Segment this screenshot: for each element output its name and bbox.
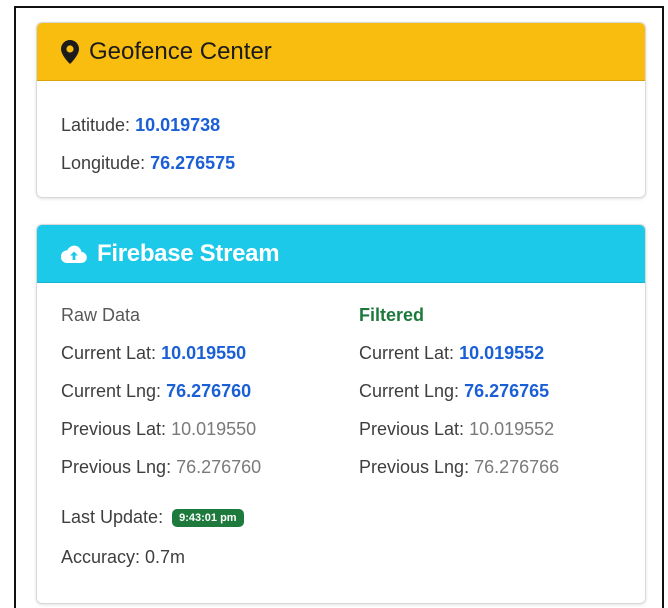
map-marker-icon <box>61 39 79 64</box>
last-update-label: Last Update: <box>61 507 164 527</box>
latitude-row: Latitude: 10.019738 <box>61 115 220 136</box>
filtered-previous-lat-label: Previous Lat: <box>359 419 465 439</box>
raw-current-lng-label: Current Lng: <box>61 381 162 401</box>
geofence-card-title: Geofence Center <box>89 37 272 65</box>
filtered-current-lng-label: Current Lng: <box>359 381 460 401</box>
raw-previous-lng-label: Previous Lng: <box>61 457 172 477</box>
raw-current-lng-value: 76.276760 <box>166 381 252 401</box>
panel-frame: Geofence Center Latitude: 10.019738 Long… <box>14 6 664 608</box>
firebase-stream-card: Firebase Stream Raw Data Current Lat: 10… <box>36 224 646 604</box>
firebase-card-header: Firebase Stream <box>37 225 645 283</box>
longitude-row: Longitude: 76.276575 <box>61 153 235 174</box>
raw-current-lat-label: Current Lat: <box>61 343 157 363</box>
cloud-upload-icon <box>61 244 87 264</box>
geofence-center-card: Geofence Center Latitude: 10.019738 Long… <box>36 22 646 198</box>
accuracy-row: Accuracy: 0.7m <box>61 547 186 567</box>
filtered-previous-lng-value: 76.276766 <box>474 457 560 477</box>
last-update-row: Last Update: 9:43:01 pm <box>61 507 244 528</box>
longitude-value: 76.276575 <box>150 153 236 173</box>
filtered-previous-lat-value: 10.019552 <box>469 419 555 439</box>
geofence-card-header: Geofence Center <box>37 23 645 81</box>
raw-previous-lat-label: Previous Lat: <box>61 419 167 439</box>
latitude-value: 10.019738 <box>135 115 221 135</box>
raw-current-lng-row: Current Lng: 76.276760 <box>61 381 251 402</box>
filtered-previous-lng-row: Previous Lng: 76.276766 <box>359 457 559 478</box>
filtered-current-lng-value: 76.276765 <box>464 381 550 401</box>
filtered-previous-lat-row: Previous Lat: 10.019552 <box>359 419 554 440</box>
raw-previous-lat-row: Previous Lat: 10.019550 <box>61 419 256 440</box>
raw-previous-lng-row: Previous Lng: 76.276760 <box>61 457 261 478</box>
filtered-current-lng-row: Current Lng: 76.276765 <box>359 381 549 402</box>
filtered-current-lat-label: Current Lat: <box>359 343 455 363</box>
raw-previous-lat-value: 10.019550 <box>171 419 257 439</box>
filtered-previous-lng-label: Previous Lng: <box>359 457 470 477</box>
firebase-card-title: Firebase Stream <box>97 239 280 267</box>
filtered-heading: Filtered <box>359 305 425 325</box>
raw-previous-lng-value: 76.276760 <box>176 457 262 477</box>
last-update-badge: 9:43:01 pm <box>172 509 244 527</box>
filtered-current-lat-value: 10.019552 <box>459 343 545 363</box>
filtered-current-lat-row: Current Lat: 10.019552 <box>359 343 544 364</box>
raw-current-lat-row: Current Lat: 10.019550 <box>61 343 246 364</box>
longitude-label: Longitude: <box>61 153 146 173</box>
raw-current-lat-value: 10.019550 <box>161 343 247 363</box>
latitude-label: Latitude: <box>61 115 131 135</box>
raw-data-heading: Raw Data <box>61 305 141 325</box>
